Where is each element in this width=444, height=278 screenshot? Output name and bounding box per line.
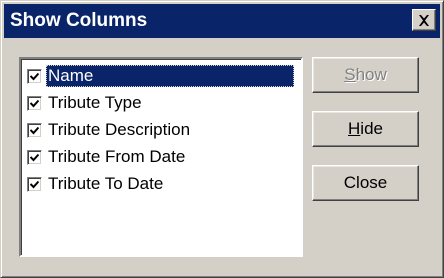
checkbox[interactable] [27,176,42,192]
checkbox[interactable] [27,68,42,84]
hide-button[interactable]: Hide [312,111,419,147]
list-item[interactable]: Tribute To Date [27,171,165,197]
list-item-label: Tribute From Date [48,147,186,166]
checkmark-icon [30,99,39,107]
show-button[interactable]: Show [312,57,419,93]
show-columns-dialog: Show Columns Name Tribute Type Tribute D… [0,0,444,278]
checkbox[interactable] [27,122,42,138]
window-title: Show Columns [10,10,148,31]
list-item[interactable]: Tribute From Date [27,144,187,170]
columns-listbox[interactable]: Name Tribute Type Tribute Description Tr… [19,57,303,257]
list-item[interactable]: Tribute Type [27,90,144,116]
list-item-label: Tribute Description [48,120,191,139]
checkbox[interactable] [27,95,42,111]
close-icon [419,14,429,26]
checkmark-icon [30,180,39,188]
list-item-label: Tribute To Date [48,174,164,193]
list-item[interactable]: Tribute Description [27,117,192,143]
close-button[interactable]: Close [312,165,419,201]
close-window-button[interactable] [412,9,436,31]
checkmark-icon [30,126,39,134]
checkmark-icon [30,153,39,161]
list-item[interactable]: Name [27,63,294,89]
title-bar[interactable]: Show Columns [4,4,440,38]
checkbox[interactable] [27,149,42,165]
checkmark-icon [30,72,39,80]
list-item-label: Name [46,65,294,87]
list-item-label: Tribute Type [48,93,142,112]
